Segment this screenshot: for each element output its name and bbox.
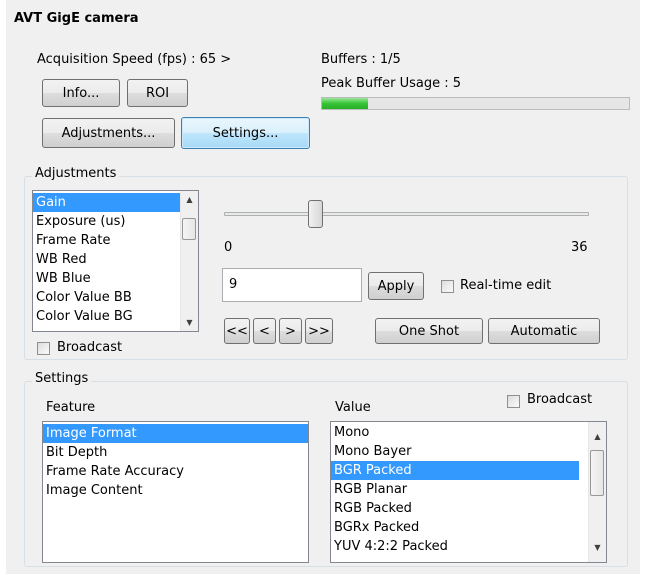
apply-button[interactable]: Apply xyxy=(368,272,424,300)
automatic-button[interactable]: Automatic xyxy=(488,318,600,344)
feature-list-item[interactable]: Image Format xyxy=(43,424,308,443)
previous-button[interactable]: < xyxy=(253,318,276,344)
adjustments-scrollbar[interactable]: ▲ ▼ xyxy=(180,191,198,331)
value-scroll-up-icon[interactable]: ▲ xyxy=(589,428,606,445)
adjustment-list-item[interactable]: Gain xyxy=(33,193,182,212)
value-items: Mono Mono Bayer BGR Packed RGB Planar RGB Pa… xyxy=(331,422,579,556)
settings-legend: Settings xyxy=(32,371,92,386)
gain-value-input[interactable]: 9 xyxy=(222,268,362,302)
panel-title: AVT GigE camera xyxy=(14,11,139,26)
realtime-edit-checkbox[interactable] xyxy=(441,280,454,293)
feature-list-item[interactable]: Frame Rate Accuracy xyxy=(43,462,308,481)
adjustments-broadcast-label: Broadcast xyxy=(57,340,123,355)
value-list-item[interactable]: Mono Bayer xyxy=(331,442,579,461)
adjustments-items: Gain Exposure (us) Frame Rate WB Red WB Blue… xyxy=(33,191,182,326)
adjustment-list-item[interactable]: Exposure (us) xyxy=(33,212,182,231)
slider-max-label: 36 xyxy=(571,240,588,255)
settings-broadcast-checkbox[interactable] xyxy=(507,395,520,408)
value-scrollbar[interactable]: ▲ ▼ xyxy=(588,422,606,562)
feature-list[interactable]: Image Format Bit Depth Frame Rate Accuracy… xyxy=(42,421,309,563)
scroll-down-icon[interactable]: ▼ xyxy=(181,314,198,331)
buffers-label: Buffers : 1/5 xyxy=(321,52,401,67)
adjustments-list[interactable]: Gain Exposure (us) Frame Rate WB Red WB Blue… xyxy=(32,190,199,332)
feature-header: Feature xyxy=(46,400,96,415)
peak-buffer-label: Peak Buffer Usage : 5 xyxy=(321,76,462,91)
adjustments-legend: Adjustments xyxy=(32,166,120,181)
scroll-up-icon[interactable]: ▲ xyxy=(181,191,198,208)
feature-list-item[interactable]: Image Content xyxy=(43,481,308,500)
gain-slider-thumb[interactable] xyxy=(307,200,323,228)
value-scroll-down-icon[interactable]: ▼ xyxy=(589,539,606,556)
roi-button[interactable]: ROI xyxy=(127,79,188,107)
feature-list-item[interactable]: Bit Depth xyxy=(43,443,308,462)
value-list-item[interactable]: BGRx Packed xyxy=(331,518,579,537)
info-button[interactable]: Info... xyxy=(42,79,120,107)
peak-buffer-progress xyxy=(321,97,630,110)
adjustment-list-item[interactable]: Color Value BB xyxy=(33,288,182,307)
value-list[interactable]: Mono Mono Bayer BGR Packed RGB Planar RGB Pa… xyxy=(330,421,607,563)
adjustment-list-item[interactable]: Frame Rate xyxy=(33,231,182,250)
value-list-item[interactable]: RGB Packed xyxy=(331,499,579,518)
slider-min-label: 0 xyxy=(224,240,233,255)
value-list-item[interactable]: Mono xyxy=(331,423,579,442)
value-list-item[interactable]: RGB Planar xyxy=(331,480,579,499)
feature-items: Image Format Bit Depth Frame Rate Accuracy… xyxy=(43,422,308,500)
last-button[interactable]: >> xyxy=(305,318,333,344)
realtime-edit-label: Real-time edit xyxy=(460,278,552,293)
next-button[interactable]: > xyxy=(279,318,302,344)
adjustment-list-item[interactable]: WB Blue xyxy=(33,269,182,288)
first-button[interactable]: << xyxy=(224,318,250,344)
settings-button[interactable]: Settings... xyxy=(181,117,310,149)
scroll-thumb[interactable] xyxy=(182,218,196,240)
acquisition-speed-label: Acquisition Speed (fps) : 65 > xyxy=(37,52,232,67)
adjustment-list-item[interactable]: WB Red xyxy=(33,250,182,269)
adjustments-broadcast-checkbox[interactable] xyxy=(37,342,50,355)
adjustments-button[interactable]: Adjustments... xyxy=(42,118,175,148)
adjustment-list-item[interactable]: Color Value BG xyxy=(33,307,182,326)
gain-slider-track[interactable] xyxy=(224,212,589,216)
value-list-item[interactable]: BGR Packed xyxy=(331,461,579,480)
value-header: Value xyxy=(335,400,371,415)
settings-broadcast-label: Broadcast xyxy=(527,392,593,407)
one-shot-button[interactable]: One Shot xyxy=(375,318,483,344)
value-scroll-thumb[interactable] xyxy=(590,450,604,496)
peak-buffer-fill xyxy=(322,98,369,109)
value-list-item[interactable]: YUV 4:2:2 Packed xyxy=(331,537,579,556)
